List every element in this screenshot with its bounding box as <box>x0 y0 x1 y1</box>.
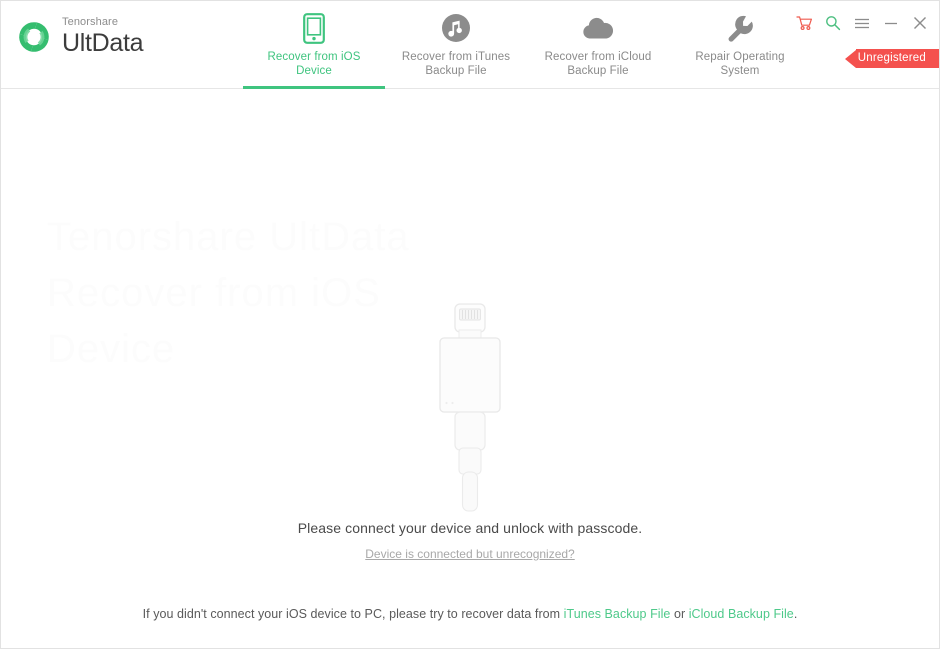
brand-text: Tenorshare UltData <box>62 16 144 57</box>
link-itunes-backup-file[interactable]: iTunes Backup File <box>564 607 671 621</box>
itunes-music-note-icon <box>441 12 471 44</box>
tab-recover-from-ios-device[interactable]: Recover from iOS Device <box>243 1 385 89</box>
ribbon-arrow-tip <box>844 49 856 68</box>
brand-company-name: Tenorshare <box>62 16 119 28</box>
app-header: Tenorshare UltData Recover from iOS Devi… <box>1 1 939 89</box>
tab-label: Recover from iCloud Backup File <box>544 51 652 77</box>
tab-repair-operating-system[interactable]: Repair Operating System <box>669 1 811 89</box>
tab-label: Recover from iOS Device <box>267 51 361 77</box>
footer-text-before: If you didn't connect your iOS device to… <box>142 607 564 621</box>
wrench-icon <box>726 12 754 44</box>
close-icon[interactable] <box>911 14 929 32</box>
minimize-icon[interactable] <box>882 14 900 32</box>
window-controls <box>795 14 929 32</box>
link-icloud-backup-file[interactable]: iCloud Backup File <box>689 607 794 621</box>
main-navigation-tabs: Recover from iOS Device Recover from iTu… <box>243 1 811 89</box>
footer-text-middle: or <box>670 607 689 621</box>
application-window: Tenorshare UltData Recover from iOS Devi… <box>0 0 940 649</box>
lightning-connector-illustration <box>428 302 512 512</box>
brand-logo-area: Tenorshare UltData <box>15 16 144 57</box>
status-badge-unregistered[interactable]: Unregistered <box>844 49 939 68</box>
cart-icon[interactable] <box>795 14 813 32</box>
phone-icon <box>303 12 325 44</box>
cloud-icon <box>580 12 616 44</box>
main-content-area: Tenorshare UltData Recover from iOS Devi… <box>1 89 939 648</box>
footer-help-note: If you didn't connect your iOS device to… <box>1 607 939 621</box>
device-unrecognized-link[interactable]: Device is connected but unrecognized? <box>1 547 939 561</box>
status-badge-label: Unregistered <box>855 49 939 68</box>
brand-product-name: UltData <box>62 29 144 57</box>
connect-device-prompt: Please connect your device and unlock wi… <box>297 520 643 536</box>
tab-label: Repair Operating System <box>695 51 785 77</box>
menu-icon[interactable] <box>853 14 871 32</box>
footer-text-after: . <box>793 607 798 621</box>
tab-label: Recover from iTunes Backup File <box>401 51 511 77</box>
tab-recover-from-icloud-backup-file[interactable]: Recover from iCloud Backup File <box>527 1 669 89</box>
search-icon[interactable] <box>824 14 842 32</box>
tab-recover-from-itunes-backup-file[interactable]: Recover from iTunes Backup File <box>385 1 527 89</box>
ultdata-ring-logo-icon <box>15 18 53 56</box>
